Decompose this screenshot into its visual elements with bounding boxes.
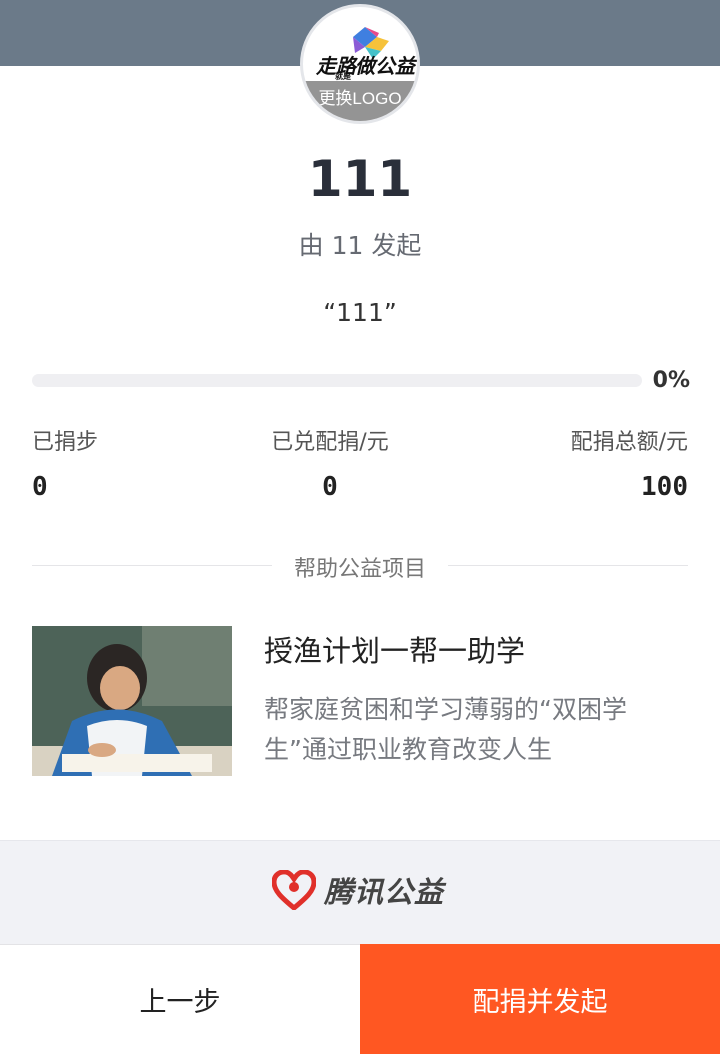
svg-text:做公益: 做公益 [355, 55, 417, 78]
svg-text:就是: 就是 [335, 71, 351, 81]
stat-label: 已兑配捐/元 [271, 430, 389, 455]
stat-value: 100 [641, 472, 688, 502]
change-logo-label[interactable]: 更换LOGO [303, 84, 417, 109]
section-divider-label: 帮助公益项目 [293, 557, 426, 582]
stat-total-match: 配捐总额/元 100 [571, 424, 688, 502]
project-description: 帮家庭贫困和学习薄弱的“双困学生”通过职业教育改变人生 [264, 695, 627, 764]
project-card[interactable]: 授渔计划一帮一助学 帮家庭贫困和学习薄弱的“双困学生”通过职业教育改变人生 [32, 626, 688, 776]
stat-donated-steps: 已捐步 0 [32, 424, 98, 502]
divider-line-left [32, 565, 272, 566]
tencent-charity-heart-icon [272, 870, 316, 910]
donation-progress-bar [32, 374, 642, 387]
match-and-launch-button[interactable]: 配捐并发起 [360, 944, 720, 1054]
brand-name: 腾讯公益 [324, 875, 445, 909]
logo-upload[interactable]: 走路 做公益 就是 更换LOGO [300, 4, 420, 124]
event-slogan: “111” [323, 298, 397, 327]
brand-logo: 腾讯公益 [272, 868, 444, 912]
student-photo-illustration [32, 626, 232, 776]
stat-value: 0 [32, 472, 48, 502]
initiator-text: 由 11 发起 [298, 231, 422, 260]
project-title[interactable]: 授渔计划一帮一助学 [264, 628, 688, 670]
progress-percent: 0% [652, 368, 690, 393]
stat-label: 已捐步 [32, 430, 99, 455]
previous-step-button[interactable]: 上一步 [0, 944, 360, 1054]
stat-matched-amount: 已兑配捐/元 0 [230, 424, 430, 502]
divider-line-right [448, 565, 688, 566]
project-photo [32, 626, 232, 776]
event-title: 111 [307, 150, 413, 208]
stat-value: 0 [322, 472, 338, 502]
stat-label: 配捐总额/元 [570, 430, 688, 455]
